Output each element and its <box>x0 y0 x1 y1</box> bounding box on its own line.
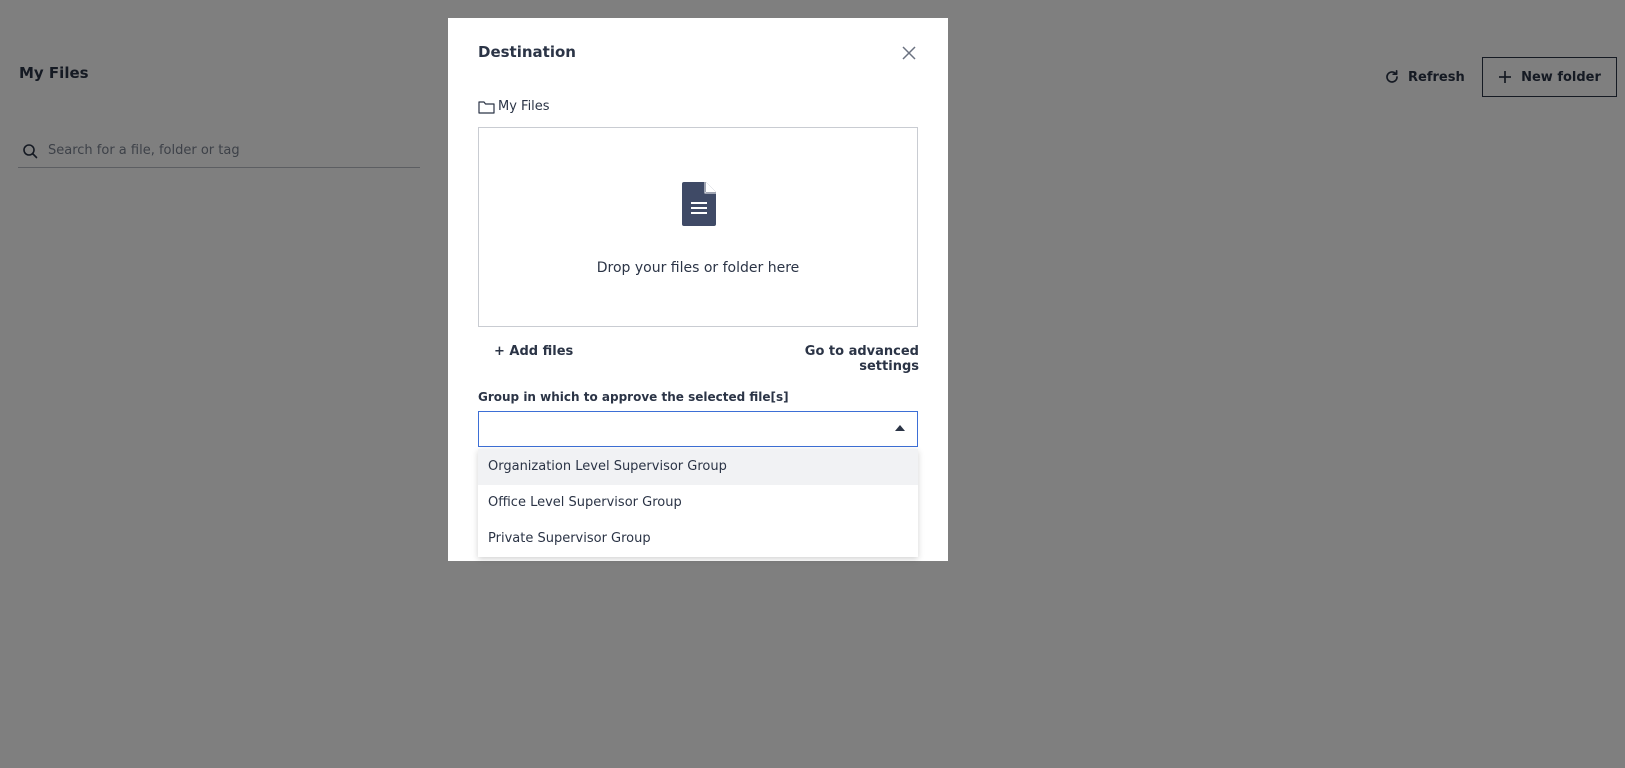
option-private-supervisor-group[interactable]: Private Supervisor Group <box>478 521 918 557</box>
file-dropzone[interactable]: Drop your files or folder here <box>478 127 918 327</box>
dialog-title: Destination <box>478 43 576 61</box>
group-field-label: Group in which to approve the selected f… <box>478 390 789 404</box>
add-files-button[interactable]: + Add files <box>494 344 573 359</box>
document-icon <box>682 182 716 226</box>
breadcrumb-label: My Files <box>498 99 550 114</box>
dropzone-text: Drop your files or folder here <box>596 260 800 276</box>
page: My Files Refresh New folder Destination <box>0 0 1625 768</box>
option-organization-level-supervisor-group[interactable]: Organization Level Supervisor Group <box>478 449 918 485</box>
group-select[interactable] <box>478 411 918 447</box>
close-icon <box>902 46 916 60</box>
caret-up-icon <box>895 425 905 431</box>
upload-dialog: Destination My Files Drop your files or … <box>448 18 948 561</box>
breadcrumb[interactable]: My Files <box>478 99 550 114</box>
folder-icon <box>478 100 495 114</box>
advanced-settings-link[interactable]: Go to advanced settings <box>753 344 919 374</box>
group-options-list: Organization Level Supervisor Group Offi… <box>478 449 918 557</box>
close-button[interactable] <box>900 44 918 62</box>
option-office-level-supervisor-group[interactable]: Office Level Supervisor Group <box>478 485 918 521</box>
